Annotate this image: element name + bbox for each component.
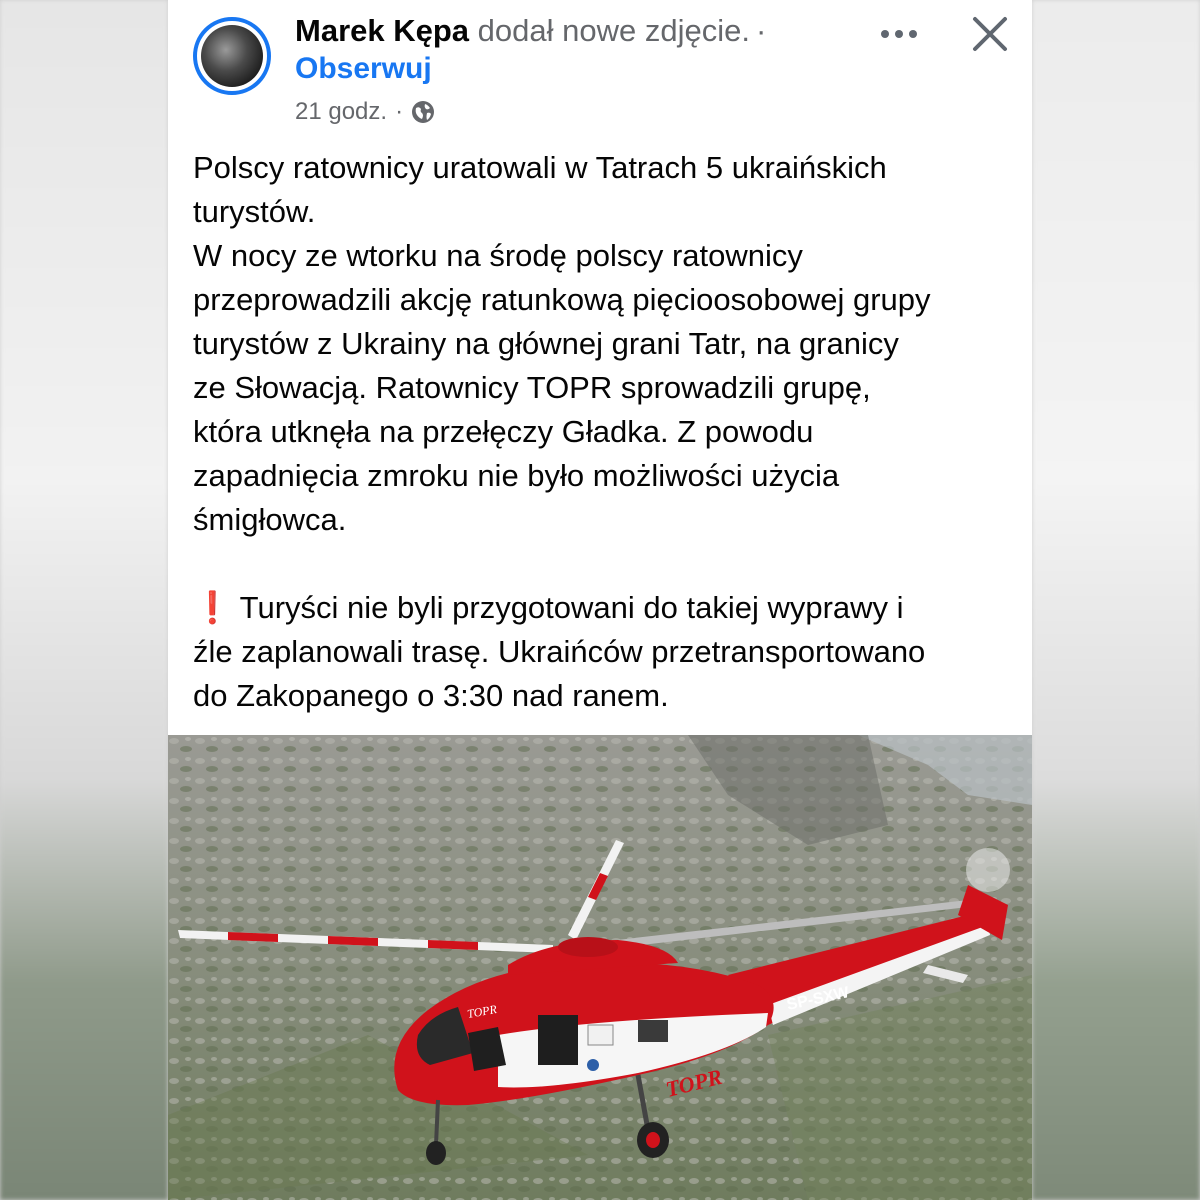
text-line: turystów. xyxy=(193,194,316,229)
text-line: Polscy ratownicy uratowali w Tatrach 5 u… xyxy=(193,150,887,185)
post-text: Polscy ratownicy uratowali w Tatrach 5 u… xyxy=(193,146,1013,718)
more-options-icon[interactable] xyxy=(875,14,923,54)
text-line: śmigłowca. xyxy=(193,502,347,537)
follow-button[interactable]: Obserwuj xyxy=(295,52,432,86)
post-header: Marek Kępa dodał nowe zdjęcie. · xyxy=(295,10,766,52)
post-meta: 21 godz. · xyxy=(295,98,435,126)
post-photo[interactable]: TOPR SP-SXW TOPR xyxy=(168,735,1032,1200)
warning-line: ❗ Turyści nie byli przygotowani do takie… xyxy=(193,590,904,625)
meta-separator: · xyxy=(395,98,404,125)
text-line: zapadnięcia zmroku nie było możliwości u… xyxy=(193,458,840,493)
background-right xyxy=(1032,0,1200,1200)
close-icon[interactable] xyxy=(970,14,1010,54)
post-timestamp[interactable]: 21 godz. xyxy=(295,98,387,126)
text-line: W nocy ze wtorku na środę polscy ratowni… xyxy=(193,238,803,273)
background-left xyxy=(0,0,168,1200)
text-line: która utknęła na przełęczy Gładka. Z pow… xyxy=(193,414,814,449)
avatar[interactable] xyxy=(193,17,271,95)
globe-icon xyxy=(412,101,435,123)
exclamation-icon: ❗ xyxy=(193,590,232,625)
warning-line: do Zakopanego o 3:30 nad ranem. xyxy=(193,678,669,713)
warning-line: źle zaplanowali trasę. Ukraińców przetra… xyxy=(193,634,926,669)
author-name[interactable]: Marek Kępa xyxy=(295,13,469,48)
avatar-image xyxy=(201,25,263,87)
post-card: Marek Kępa dodał nowe zdjęcie. · Obserwuj… xyxy=(168,0,1032,1200)
text-line: przeprowadzili akcję ratunkową pięciooso… xyxy=(193,282,931,317)
header-separator: · xyxy=(755,13,767,48)
post-action: dodał nowe zdjęcie. xyxy=(477,13,750,48)
text-line: ze Słowacją. Ratownicy TOPR sprowadzili … xyxy=(193,370,871,405)
text-line: turystów z Ukrainy na głównej grani Tatr… xyxy=(193,326,899,361)
